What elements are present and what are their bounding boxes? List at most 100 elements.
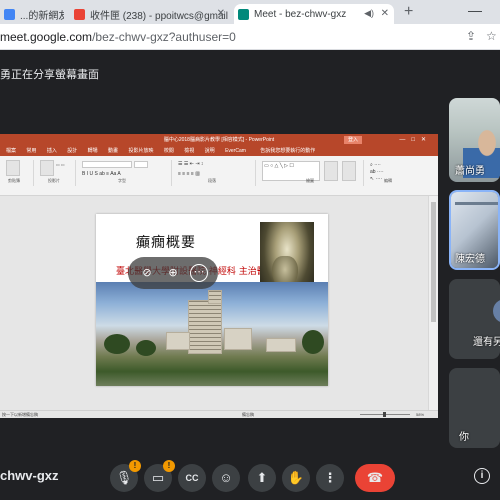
close-tab-icon[interactable]: ✕ [217, 8, 225, 19]
url-text[interactable]: meet.google.com/bez-chwv-gxz?authuser=0 [0, 30, 236, 44]
ribbon-group-label: 投影片 [48, 178, 60, 183]
meeting-info-icon[interactable]: i [474, 468, 490, 484]
meeting-code: chwv-gxz [0, 468, 59, 483]
font-name-select[interactable] [82, 161, 132, 168]
find-icon[interactable]: ⌕ ···· [370, 162, 381, 168]
notes-button[interactable]: 備忘稿 [242, 411, 254, 419]
font-format-icons[interactable]: B I U S ab ≡ Aa A [82, 171, 121, 177]
leave-call-button[interactable]: ☎ [355, 464, 395, 492]
participant-tile-1[interactable]: 蕭尚勇 [449, 98, 500, 182]
participant-name: 陳宏德 [455, 254, 485, 265]
ribbon-group-label: 剪貼簿 [8, 178, 20, 183]
presentation-overlay-controls: ⊘ ⊕ ⋯ [128, 257, 218, 289]
emoji-icon: ☺ [219, 470, 233, 485]
raise-hand-button[interactable]: ✋ [282, 464, 310, 492]
tree [302, 330, 324, 354]
tree [136, 340, 156, 356]
menu-item-home[interactable]: 常用 [26, 146, 36, 156]
mic-off-button[interactable]: 🎙 ! [110, 460, 141, 492]
more-options-button[interactable]: ⋮ [316, 464, 344, 492]
zoom-level[interactable]: 58% [416, 411, 424, 419]
browser-tab-gmail[interactable]: 收件匣 (238) - ppoitwcs@gmail ✕ [70, 4, 230, 24]
captions-button[interactable]: CC [178, 464, 206, 492]
emoji-reactions-button[interactable]: ☺ [212, 464, 240, 492]
menu-item-file[interactable]: 檔案 [6, 146, 16, 156]
tab-title: Meet - bez-chwv-gxz [254, 8, 347, 20]
powerpoint-title: 腦中心2018腦病影片教學 [相容模式] - PowerPoint [163, 137, 275, 143]
powerpoint-menu-bar: 檔案 常用 插入 設計 轉場 動畫 投影片放映 校閱 檢視 說明 EverCam… [0, 146, 438, 156]
hospital-tower-top [208, 290, 222, 304]
vertical-scrollbar[interactable] [428, 196, 438, 410]
layout-icon[interactable]: ▭ ▭ [56, 162, 65, 167]
ribbon-group-label: 字型 [118, 178, 126, 183]
mic-off-icon: 🎙 [115, 470, 133, 485]
tab-title: ...的新網友紀錄 [20, 10, 64, 22]
more-options-icon[interactable]: ⋯ [190, 264, 208, 282]
tab-title: 收件匣 (238) - ppoitwcs@gmail [90, 10, 228, 22]
select-icon[interactable]: ↖ ···· [370, 176, 382, 182]
participant-tile-more[interactable]: 還有另 [449, 279, 500, 359]
mic-warning-badge: ! [129, 460, 141, 472]
scrollbar-thumb[interactable] [431, 202, 436, 322]
camera-icon: ▭ [151, 470, 165, 485]
arrange-icon[interactable] [324, 161, 338, 181]
share-icon[interactable]: ⇪ [466, 29, 476, 43]
new-tab-button[interactable]: + [404, 3, 413, 21]
powerpoint-status-bar: 按一下以新增備忘稿 備忘稿 58% [0, 410, 438, 418]
menu-item-slideshow[interactable]: 投影片放映 [128, 146, 153, 156]
menu-item-insert[interactable]: 插入 [47, 146, 57, 156]
menu-item-help[interactable]: 說明 [205, 146, 215, 156]
meet-control-bar: chwv-gxz 🎙 ! ▭ ! CC ☺ ⬆ ✋ ⋮ ☎ i [0, 450, 500, 500]
menu-item-view[interactable]: 檢視 [184, 146, 194, 156]
present-now-button[interactable]: ⬆ [248, 464, 276, 492]
menu-item-design[interactable]: 設計 [67, 146, 77, 156]
slide-title: 癲癇概要 [136, 235, 196, 251]
participant-name: 還有另 [473, 337, 500, 348]
notes-placeholder[interactable]: 按一下以新增備忘稿 [2, 411, 38, 419]
ribbon-group-paragraph: ☰ ☰ ⇤ ⇥ ↕ ≡ ≡ ≡ ≡ ▥ 段落 [174, 160, 256, 186]
more-vert-icon: ⋮ [323, 470, 337, 485]
tree [104, 334, 130, 354]
zoom-slider-knob[interactable] [383, 412, 386, 417]
zoom-in-icon[interactable]: ⊕ [164, 264, 182, 282]
font-size-select[interactable] [134, 161, 148, 168]
pin-off-icon[interactable]: ⊘ [138, 264, 156, 282]
sign-in-button[interactable]: 登入 [344, 136, 362, 144]
bookmark-star-icon[interactable]: ☆ [486, 29, 497, 43]
camera-off-button[interactable]: ▭ ! [144, 460, 175, 492]
menu-item-evercam[interactable]: EverCam [225, 146, 246, 156]
audio-playing-icon[interactable]: ◀) [364, 8, 374, 19]
url-path: /bez-chwv-gxz?authuser=0 [92, 30, 236, 44]
ribbon-group-label: 段落 [208, 178, 216, 183]
participant-name: 蕭尚勇 [455, 166, 485, 177]
participant-name: 你 [459, 432, 469, 443]
tab-favicon-icon [4, 8, 15, 20]
others-avatar [493, 299, 500, 323]
align-icons[interactable]: ≡ ≡ ≡ ≡ ▥ [178, 171, 200, 177]
menu-item-animations[interactable]: 動畫 [108, 146, 118, 156]
captions-icon: CC [185, 473, 199, 483]
shape-icons[interactable]: ▭ ○ △ ╲ ▷ ☐ [264, 163, 294, 169]
close-tab-icon[interactable]: ✕ [381, 8, 389, 19]
window-controls-icon[interactable]: —□✕ [399, 134, 432, 146]
browser-tab-1[interactable]: ...的新網友紀錄 [0, 4, 64, 24]
quick-styles-icon[interactable] [342, 161, 356, 181]
address-bar[interactable]: meet.google.com/bez-chwv-gxz?authuser=0 … [0, 24, 500, 50]
menu-item-review[interactable]: 校閱 [164, 146, 174, 156]
replace-icon[interactable]: ab ···· [370, 169, 384, 175]
menu-item-transitions[interactable]: 轉場 [88, 146, 98, 156]
ribbon-group-slides: ▭ ▭ 投影片 [36, 160, 76, 186]
hang-up-icon: ☎ [366, 470, 384, 485]
paste-icon[interactable] [6, 160, 20, 176]
powerpoint-title-bar: 腦中心2018腦病影片教學 [相容模式] - PowerPoint 登入 —□✕ [0, 134, 438, 146]
paragraph-icons[interactable]: ☰ ☰ ⇤ ⇥ ↕ [178, 161, 203, 167]
minimize-window-icon[interactable]: — [468, 2, 482, 18]
browser-tab-strip: ...的新網友紀錄 收件匣 (238) - ppoitwcs@gmail ✕ M… [0, 0, 500, 24]
gmail-icon [74, 8, 85, 20]
participant-tile-self[interactable]: 你 [449, 368, 500, 448]
participant-tile-2[interactable]: 陳宏德 [449, 190, 500, 270]
browser-tab-meet[interactable]: Meet - bez-chwv-gxz ◀) ✕ [234, 4, 394, 24]
powerpoint-ribbon: 剪貼簿 ▭ ▭ 投影片 B I U S ab ≡ Aa A 字型 ☰ ☰ ⇤ ⇥… [0, 156, 438, 196]
tell-me-search[interactable]: 告訴我您想要執行的動作 [260, 146, 315, 156]
new-slide-icon[interactable] [40, 160, 54, 176]
